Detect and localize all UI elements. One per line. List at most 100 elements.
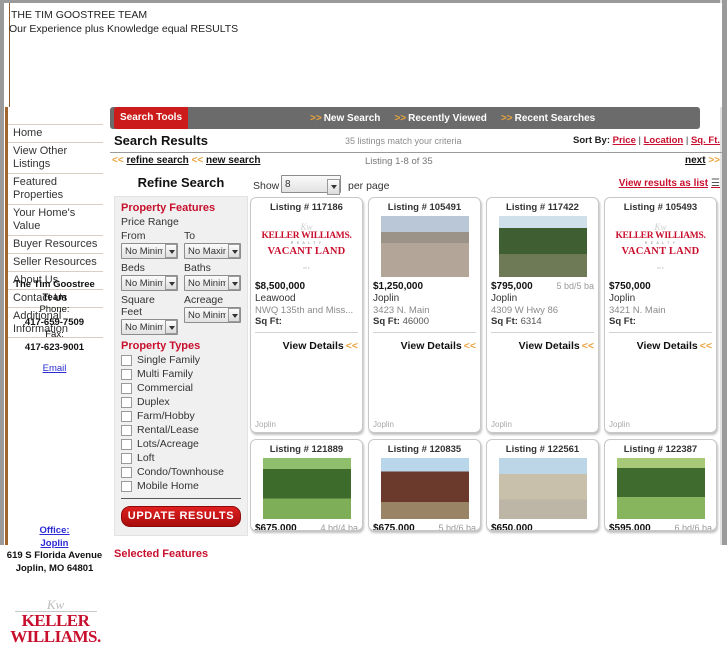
kw-logo-line1: KELLER — [21, 611, 90, 630]
price-to-label: To — [184, 230, 196, 242]
listing-price-row: $595,000 6 bd/6 ba — [605, 519, 716, 530]
sort-by-group: Sort By: Price | Location | Sq. Ft. — [573, 135, 720, 146]
sidebar-item-buyer-resources[interactable]: Buyer Resources — [8, 236, 103, 254]
agent-email-link[interactable]: Email — [43, 363, 67, 376]
kw-monogram-icon: Kw — [300, 222, 313, 232]
checkbox-row: Rental/Lease — [121, 424, 241, 436]
baths-select[interactable]: No Minimum — [184, 275, 241, 291]
listing-beds-baths: 5 bd/6 ba — [438, 523, 476, 531]
listing-address: NWQ 135th and Miss... — [255, 305, 354, 316]
listing-price: $795,000 — [491, 281, 533, 292]
listing-price-row: $650,000 — [487, 519, 598, 530]
listing-sqft: Sq Ft: — [255, 316, 282, 327]
new-search-link-2[interactable]: new search — [206, 155, 260, 166]
agent-fax-label: Fax: — [45, 329, 64, 340]
checkbox-row: Farm/Hobby — [121, 410, 241, 422]
sidebar-item-featured-properties[interactable]: Featured Properties — [8, 174, 103, 205]
sidebar-item-seller-resources[interactable]: Seller Resources — [8, 254, 103, 272]
checkbox-row: Multi Family — [121, 368, 241, 380]
main-content: Search Tools >> New Search >> Recently Vie… — [110, 107, 722, 560]
next-page-link[interactable]: next — [685, 155, 706, 166]
listing-photo — [616, 458, 705, 519]
listing-number: Listing # 117422 — [506, 202, 579, 213]
beds-select[interactable]: No Minimum — [121, 275, 178, 291]
refine-divider — [121, 498, 241, 499]
masthead-rule — [9, 3, 10, 107]
view-results-as-list-link[interactable]: View results as list ☰ — [619, 178, 720, 189]
sort-by-price[interactable]: Price — [613, 135, 636, 146]
listing-number: Listing # 120835 — [387, 444, 462, 455]
listing-card[interactable]: Listing # 122561 $650,000 — [486, 439, 599, 531]
listing-sqft: Sq Ft: — [609, 316, 636, 327]
listing-price-row: $750,000 — [605, 277, 716, 292]
listing-price-row: $675,000 4 bd/4 ba — [251, 519, 362, 530]
view-details-link[interactable]: View Details << — [251, 333, 362, 352]
checkbox-mobile-home[interactable] — [121, 480, 132, 492]
listing-city: Leawood — [255, 293, 296, 304]
chevron-right-icon: >> — [394, 113, 407, 124]
recently-viewed-link[interactable]: >> Recently Viewed — [394, 113, 486, 124]
checkbox-loft[interactable] — [121, 452, 132, 464]
baths-label: Baths — [184, 262, 211, 274]
label-loft: Loft — [137, 452, 155, 464]
listing-card[interactable]: Listing # 120835 $675,000 5 bd/6 ba — [368, 439, 481, 531]
checkbox-row: Loft — [121, 452, 241, 464]
checkbox-single-family[interactable] — [121, 354, 132, 366]
listing-card[interactable]: Listing # 105493 Kw KELLER WILLIAMS. R E… — [604, 197, 717, 433]
listing-card[interactable]: Listing # 121889 $675,000 4 bd/4 ba — [250, 439, 363, 531]
new-search-label: New Search — [323, 113, 381, 124]
checkbox-row: Condo/Townhouse — [121, 466, 241, 478]
agent-fax-value: 417-623-9001 — [24, 341, 85, 353]
search-tools-button[interactable]: Search Tools — [114, 107, 188, 129]
agent-contact-block: The Tim Goostree Team Phone: 417-659-750… — [6, 279, 103, 376]
show-per-page-select[interactable]: 8 — [281, 175, 341, 193]
acreage-select[interactable]: No Minimum — [184, 307, 241, 323]
refine-search-link[interactable]: refine search — [126, 155, 188, 166]
checkbox-rental-lease[interactable] — [121, 424, 132, 436]
sort-by-location[interactable]: Location — [644, 135, 684, 146]
checkbox-farm-hobby[interactable] — [121, 410, 132, 422]
sidebar-item-home[interactable]: Home — [8, 124, 103, 143]
recent-searches-link[interactable]: >> Recent Searches — [501, 113, 595, 124]
sidebar-item-view-other-listings[interactable]: View Other Listings — [8, 143, 103, 174]
office-city-link[interactable]: Joplin — [6, 538, 103, 551]
listing-price-row: $1,250,000 — [369, 277, 480, 292]
kw-logo-rule — [14, 611, 97, 612]
property-features-heading: Property Features — [121, 202, 216, 214]
agent-phone-value: 417-659-7509 — [24, 316, 85, 328]
view-details-link[interactable]: View Details << — [605, 333, 716, 352]
square-feet-select[interactable]: No Minimum — [121, 319, 178, 335]
update-results-button[interactable]: UPDATE RESULTS — [121, 506, 241, 527]
listing-photo — [498, 458, 587, 519]
kw-monogram-icon: Kw — [46, 597, 65, 612]
listing-card[interactable]: Listing # 105491 $1,250,000 Joplin 3423 … — [368, 197, 481, 433]
checkbox-condo-townhouse[interactable] — [121, 466, 132, 478]
sort-by-sqft[interactable]: Sq. Ft. — [691, 135, 720, 146]
new-search-link[interactable]: >> New Search — [310, 113, 380, 124]
checkbox-lots-acreage[interactable] — [121, 438, 132, 450]
listing-address: 3423 N. Main — [373, 305, 430, 316]
view-details-link[interactable]: View Details << — [369, 333, 480, 352]
listing-number: Listing # 122561 — [505, 444, 580, 455]
kw-logo-line2: WILLIAMS. — [10, 627, 101, 646]
price-to-select[interactable]: No Maximum — [184, 243, 241, 259]
label-rental-lease: Rental/Lease — [137, 424, 199, 436]
listing-beds-baths: 5 bd/5 ba — [556, 281, 594, 291]
listing-card[interactable]: Listing # 117422 $795,000 5 bd/5 ba Jopl… — [486, 197, 599, 433]
chevron-left-icon: << — [112, 155, 124, 166]
office-label-link[interactable]: Office: — [6, 525, 103, 538]
checkbox-multi-family[interactable] — [121, 368, 132, 380]
price-from-select[interactable]: No Minimum — [121, 243, 178, 259]
label-lots-acreage: Lots/Acreage — [137, 438, 199, 450]
listing-card[interactable]: Listing # 122387 $595,000 6 bd/6 ba — [604, 439, 717, 531]
kw-monogram-icon: Kw — [654, 222, 667, 232]
label-condo-townhouse: Condo/Townhouse — [137, 466, 224, 478]
label-duplex: Duplex — [137, 396, 170, 408]
checkbox-commercial[interactable] — [121, 382, 132, 394]
checkbox-duplex[interactable] — [121, 396, 132, 408]
view-details-link[interactable]: View Details << — [487, 333, 598, 352]
results-header-row: Search Results 35 listings match your cr… — [110, 132, 722, 153]
listing-card[interactable]: Listing # 117186 Kw KELLER WILLIAMS. R E… — [250, 197, 363, 433]
sidebar-item-your-homes-value[interactable]: Your Home's Value — [8, 205, 103, 236]
price-range-label: Price Range — [121, 216, 179, 228]
